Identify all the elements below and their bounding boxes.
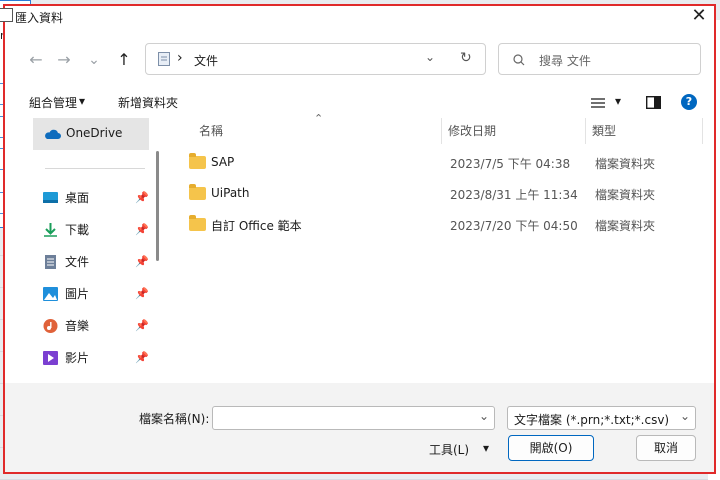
organize-button[interactable]: 組合管理	[29, 94, 77, 111]
file-row[interactable]: UiPath 2023/8/31 上午 11:34 檔案資料夾	[183, 179, 703, 209]
pin-icon[interactable]: 📌	[135, 183, 149, 213]
new-folder-button[interactable]: 新增資料夾	[118, 94, 178, 111]
pin-icon[interactable]: 📌	[135, 215, 149, 245]
refresh-icon[interactable]: ↻	[460, 50, 472, 66]
address-separator: ›	[177, 50, 183, 66]
file-type: 檔案資料夾	[595, 157, 656, 171]
preview-pane-icon[interactable]	[646, 96, 661, 109]
video-icon	[43, 351, 58, 365]
view-list-icon[interactable]	[591, 98, 605, 108]
column-divider[interactable]	[702, 118, 703, 144]
sidebar-scrollbar[interactable]	[156, 151, 159, 261]
address-path[interactable]: 文件	[194, 52, 218, 69]
file-row[interactable]: SAP 2023/7/5 下午 04:38 檔案資料夾	[183, 148, 703, 178]
forward-button[interactable]: →	[53, 49, 75, 71]
up-button[interactable]: ↑	[113, 49, 135, 71]
dialog-app-icon	[0, 8, 13, 22]
pin-icon[interactable]: 📌	[135, 311, 149, 341]
column-header-date[interactable]: 修改日期	[448, 122, 496, 139]
file-name: UiPath	[211, 186, 250, 200]
file-row[interactable]: 自訂 Office 範本 2023/7/20 下午 04:50 檔案資料夾	[183, 210, 703, 240]
sidebar-item-music[interactable]: 音樂 📌	[33, 311, 151, 341]
pin-icon[interactable]: 📌	[135, 279, 149, 309]
sidebar-item-label: 文件	[65, 255, 90, 269]
sidebar-item-label: 桌面	[65, 191, 90, 205]
file-type: 檔案資料夾	[595, 188, 656, 202]
desktop-icon	[43, 192, 58, 203]
sidebar-item-pictures[interactable]: 圖片 📌	[33, 279, 151, 309]
filename-input[interactable]: ⌄	[212, 406, 495, 430]
address-dropdown-icon[interactable]: ⌄	[425, 50, 435, 64]
open-button[interactable]: 開啟(O)	[508, 435, 594, 461]
recent-locations-button[interactable]: ⌄	[83, 49, 105, 71]
sort-indicator-icon: ⌃	[314, 112, 324, 125]
back-button[interactable]: ←	[25, 49, 47, 71]
filetype-select[interactable]: 文字檔案 (*.prn;*.txt;*.csv) ⌄	[507, 406, 696, 430]
import-data-dialog: 匯入資料 ✕ ← → ⌄ ↑ › 文件 ⌄ ↻ 搜尋 文件 組合管理 ▾ 新增資…	[0, 4, 716, 474]
filename-label: 檔案名稱(N):	[139, 412, 210, 426]
filename-dropdown-icon[interactable]: ⌄	[479, 409, 489, 423]
filetype-dropdown-icon[interactable]: ⌄	[680, 409, 690, 423]
onedrive-cloud-icon	[45, 129, 61, 139]
folder-icon	[189, 184, 206, 200]
close-button[interactable]: ✕	[687, 4, 711, 28]
sidebar-item-downloads[interactable]: 下載 📌	[33, 215, 151, 245]
sidebar-item-documents[interactable]: 文件 📌	[33, 247, 151, 277]
file-name: SAP	[211, 155, 235, 169]
file-type: 檔案資料夾	[595, 219, 656, 233]
tools-button[interactable]: 工具(L)	[429, 441, 469, 458]
view-dropdown-icon[interactable]: ▾	[615, 94, 621, 108]
search-placeholder: 搜尋 文件	[539, 54, 591, 68]
address-bar[interactable]: › 文件 ⌄ ↻	[145, 43, 486, 75]
dialog-title: 匯入資料	[15, 11, 64, 25]
sidebar-onedrive-label: OneDrive	[66, 126, 123, 140]
picture-icon	[43, 287, 58, 301]
cancel-button[interactable]: 取消	[636, 435, 696, 461]
column-divider[interactable]	[585, 118, 586, 144]
search-icon	[513, 54, 525, 66]
sidebar-item-label: 音樂	[65, 319, 90, 333]
music-icon	[43, 319, 58, 333]
organize-dropdown-icon[interactable]: ▾	[79, 94, 85, 108]
download-icon	[44, 223, 57, 237]
column-header-type[interactable]: 類型	[592, 122, 616, 139]
file-date: 2023/7/20 下午 04:50	[450, 219, 578, 233]
column-header-name[interactable]: 名稱	[199, 122, 223, 139]
sidebar-item-videos[interactable]: 影片 📌	[33, 343, 151, 373]
help-icon[interactable]: ?	[681, 94, 697, 110]
sidebar-item-label: 下載	[65, 223, 90, 237]
sidebar-item-desktop[interactable]: 桌面 📌	[33, 183, 151, 213]
pin-icon[interactable]: 📌	[135, 343, 149, 373]
sidebar-divider	[45, 168, 145, 169]
file-date: 2023/8/31 上午 11:34	[450, 188, 578, 202]
document-icon	[158, 52, 170, 66]
folder-icon	[189, 153, 206, 169]
file-date: 2023/7/5 下午 04:38	[450, 157, 571, 171]
column-divider[interactable]	[441, 118, 442, 144]
document-icon	[45, 255, 56, 269]
filetype-value: 文字檔案 (*.prn;*.txt;*.csv)	[514, 413, 670, 427]
sidebar-item-label: 圖片	[65, 287, 90, 301]
tools-dropdown-icon[interactable]: ▾	[483, 441, 489, 455]
sidebar-item-label: 影片	[65, 351, 90, 365]
search-box[interactable]: 搜尋 文件	[498, 43, 701, 75]
folder-icon	[189, 215, 206, 231]
dialog-footer: 檔案名稱(N): ⌄ 文字檔案 (*.prn;*.txt;*.csv) ⌄ 工具…	[5, 383, 714, 472]
file-name: 自訂 Office 範本	[211, 219, 302, 233]
pin-icon[interactable]: 📌	[135, 247, 149, 277]
sidebar-item-onedrive[interactable]: OneDrive	[33, 118, 149, 150]
